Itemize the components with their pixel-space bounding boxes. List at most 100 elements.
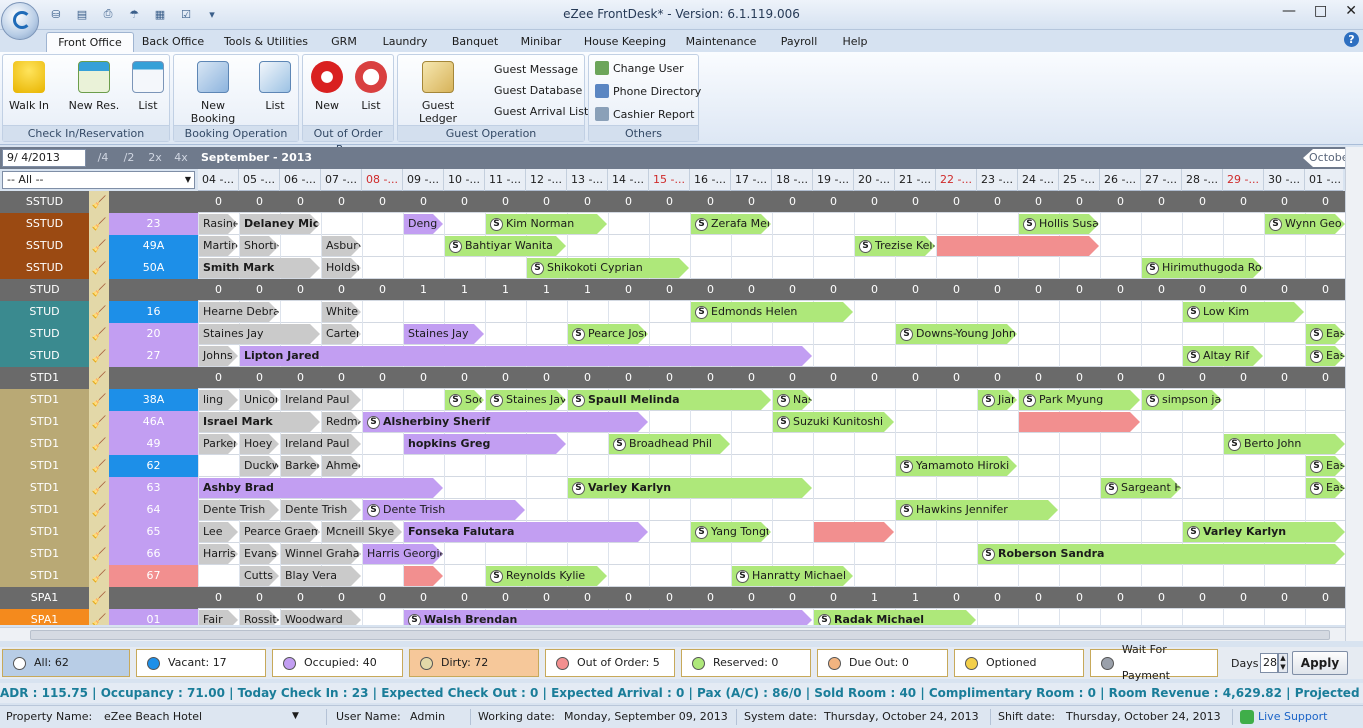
- booking-bar[interactable]: Lipton Jared: [240, 346, 812, 366]
- housekeeping-broom-icon[interactable]: 🧹: [89, 521, 109, 543]
- day-column-header[interactable]: 12 -...: [526, 169, 567, 191]
- booking-bar[interactable]: White: [322, 302, 361, 322]
- legend-occupied[interactable]: Occupied: 40: [272, 649, 403, 677]
- room-number[interactable]: 23: [109, 213, 198, 235]
- out-of-order-list-button[interactable]: List: [351, 61, 391, 112]
- close-button[interactable]: ✕: [1345, 3, 1357, 19]
- zoom-quarter-button[interactable]: /4: [92, 150, 114, 166]
- new-out-of-order-button[interactable]: New: [307, 61, 347, 112]
- day-column-header[interactable]: 15 -...: [649, 169, 690, 191]
- booking-bar[interactable]: Staines Jay: [199, 324, 320, 344]
- housekeeping-broom-icon[interactable]: 🧹: [89, 433, 109, 455]
- booking-bar[interactable]: S Yang Tongt: [691, 522, 771, 542]
- booking-bar[interactable]: Shortis: [240, 236, 279, 256]
- days-input[interactable]: 28: [1260, 653, 1278, 673]
- housekeeping-broom-icon[interactable]: 🧹: [89, 279, 109, 301]
- day-column-header[interactable]: 21 -...: [895, 169, 936, 191]
- menu-tab-banquet[interactable]: Banquet: [444, 32, 506, 52]
- housekeeping-broom-icon[interactable]: 🧹: [89, 367, 109, 389]
- booking-bar[interactable]: Harris Georgie: [363, 544, 443, 564]
- menu-tab-front-office[interactable]: Front Office: [46, 32, 134, 52]
- housekeeping-broom-icon[interactable]: 🧹: [89, 543, 109, 565]
- out-of-order-block[interactable]: [814, 522, 894, 542]
- housekeeping-broom-icon[interactable]: 🧹: [89, 301, 109, 323]
- booking-bar[interactable]: Smith Mark: [199, 258, 320, 278]
- housekeeping-broom-icon[interactable]: 🧹: [89, 609, 109, 625]
- room-number[interactable]: 49: [109, 433, 198, 455]
- zoom-2x-button[interactable]: 2x: [144, 150, 166, 166]
- day-column-header[interactable]: 11 -...: [485, 169, 526, 191]
- booking-bar[interactable]: S Edmonds Helen: [691, 302, 853, 322]
- booking-bar[interactable]: Martin: [199, 236, 238, 256]
- booking-bar[interactable]: Winnel Graham: [281, 544, 361, 564]
- room-number[interactable]: 49A: [109, 235, 198, 257]
- day-column-header[interactable]: 08 -...: [362, 169, 403, 191]
- room-number[interactable]: 01: [109, 609, 198, 625]
- booking-bar[interactable]: SZerafa Melis: [691, 214, 771, 234]
- zoom-4x-button[interactable]: 4x: [170, 150, 192, 166]
- booking-bar[interactable]: S Hanratty Michael: [732, 566, 853, 586]
- maximize-button[interactable]: □: [1314, 3, 1327, 19]
- housekeeping-broom-icon[interactable]: 🧹: [89, 565, 109, 587]
- booking-bar[interactable]: hopkins Greg: [404, 434, 566, 454]
- room-number[interactable]: 38A: [109, 389, 198, 411]
- booking-bar[interactable]: S Bahtiyar Wanita: [445, 236, 566, 256]
- day-column-header[interactable]: 09 -...: [403, 169, 444, 191]
- out-of-order-block[interactable]: [1019, 412, 1140, 432]
- booking-bar[interactable]: S Shikokoti Cyprian: [527, 258, 689, 278]
- legend-wait-for-payment[interactable]: Wait For Payment: [1090, 643, 1218, 682]
- day-column-header[interactable]: 20 -...: [854, 169, 895, 191]
- booking-bar[interactable]: S Jiar: [978, 390, 1017, 410]
- day-column-header[interactable]: 14 -...: [608, 169, 649, 191]
- housekeeping-broom-icon[interactable]: 🧹: [89, 213, 109, 235]
- day-column-header[interactable]: 27 -...: [1141, 169, 1182, 191]
- booking-bar[interactable]: Mcneill Skye: [322, 522, 402, 542]
- day-column-header[interactable]: 06 -...: [280, 169, 321, 191]
- booking-bar[interactable]: S Berto John: [1224, 434, 1345, 454]
- booking-bar[interactable]: Ahmed: [322, 456, 361, 476]
- booking-bar[interactable]: Hearne Debra: [199, 302, 279, 322]
- booking-bar[interactable]: S Yamamoto Hiroki: [896, 456, 1017, 476]
- housekeeping-broom-icon[interactable]: 🧹: [89, 477, 109, 499]
- housekeeping-broom-icon[interactable]: 🧹: [89, 587, 109, 609]
- housekeeping-broom-icon[interactable]: 🧹: [89, 345, 109, 367]
- menu-tab-grm[interactable]: GRM: [322, 32, 366, 52]
- booking-bar[interactable]: S Park Myung: [1019, 390, 1140, 410]
- menu-tab-back-office[interactable]: Back Office: [132, 32, 214, 52]
- legend-dirty[interactable]: Dirty: 72: [409, 649, 539, 677]
- legend-out-of-order[interactable]: Out of Order: 5: [545, 649, 675, 677]
- phone-directory-button[interactable]: Phone Directory: [595, 84, 701, 98]
- booking-bar[interactable]: Cutts: [240, 566, 279, 586]
- day-column-header[interactable]: 16 -...: [690, 169, 731, 191]
- out-of-order-block[interactable]: [937, 236, 1099, 256]
- booking-bar[interactable]: S Kim Norman: [486, 214, 607, 234]
- minimize-button[interactable]: —: [1282, 3, 1296, 19]
- room-number[interactable]: 50A: [109, 257, 198, 279]
- room-number[interactable]: 64: [109, 499, 198, 521]
- booking-bar[interactable]: S Varley Karlyn: [568, 478, 812, 498]
- day-column-header[interactable]: 17 -...: [731, 169, 772, 191]
- change-user-button[interactable]: Change User: [595, 61, 684, 75]
- day-column-header[interactable]: 04 -...: [198, 169, 239, 191]
- out-of-order-block[interactable]: [404, 566, 443, 586]
- booking-bar[interactable]: Blay Vera: [281, 566, 361, 586]
- room-number[interactable]: 20: [109, 323, 198, 345]
- booking-list-button[interactable]: List: [256, 61, 294, 112]
- app-menu-button[interactable]: [1, 2, 39, 40]
- days-spinner[interactable]: ▲ ▼: [1278, 653, 1288, 673]
- booking-bar[interactable]: Johns: [199, 346, 238, 366]
- day-column-header[interactable]: 26 -...: [1100, 169, 1141, 191]
- booking-bar[interactable]: Lee: [199, 522, 238, 542]
- housekeeping-broom-icon[interactable]: 🧹: [89, 455, 109, 477]
- cashier-report-button[interactable]: Cashier Report: [595, 107, 694, 121]
- booking-bar[interactable]: S Hawkins Jennifer: [896, 500, 1058, 520]
- booking-bar[interactable]: Ireland Paul: [281, 390, 361, 410]
- booking-bar[interactable]: Holdsto: [322, 258, 361, 278]
- booking-bar[interactable]: Rasine: [199, 214, 238, 234]
- booking-bar[interactable]: S Eas: [1306, 478, 1345, 498]
- booking-bar[interactable]: S Altay Rif: [1183, 346, 1263, 366]
- menu-tab-minibar[interactable]: Minibar: [514, 32, 568, 52]
- booking-bar[interactable]: Parker: [199, 434, 238, 454]
- booking-bar[interactable]: SHollis Susan: [1019, 214, 1099, 234]
- legend-vacant[interactable]: Vacant: 17: [136, 649, 266, 677]
